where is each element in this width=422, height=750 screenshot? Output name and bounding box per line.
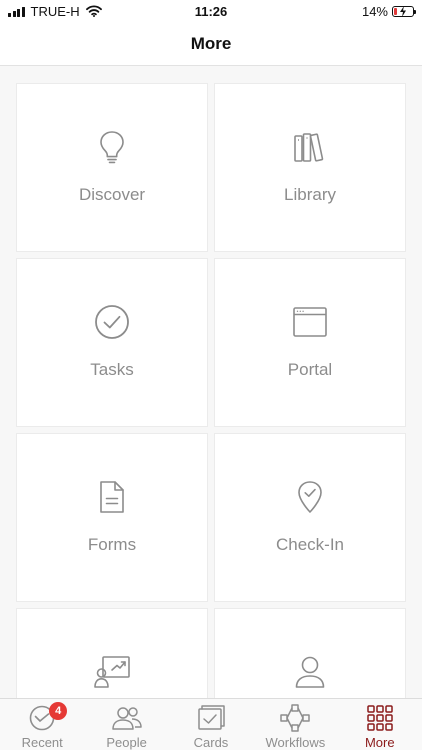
tab-cards[interactable]: Cards — [169, 704, 253, 750]
tile-discover[interactable]: Discover — [16, 83, 208, 252]
lightbulb-icon — [94, 129, 130, 165]
tile-portal[interactable]: Portal — [214, 258, 406, 427]
page-title: More — [190, 33, 232, 53]
browser-window-icon — [292, 304, 328, 340]
tab-label: Workflows — [265, 735, 326, 750]
nav-header: More — [0, 22, 422, 66]
signal-icon — [8, 6, 25, 17]
people-icon — [111, 704, 142, 732]
tile-presentation[interactable] — [16, 608, 208, 698]
tile-label: Portal — [287, 359, 333, 379]
notification-badge: 4 — [49, 702, 68, 720]
cards-icon — [196, 704, 226, 732]
tab-workflows[interactable]: Workflows — [253, 704, 337, 750]
tile-library[interactable]: Library — [214, 83, 406, 252]
tile-profile[interactable] — [214, 608, 406, 698]
tile-forms[interactable]: Forms — [16, 433, 208, 602]
tab-more[interactable]: More — [338, 704, 422, 750]
tile-label: Check-In — [275, 534, 345, 554]
tile-check-in[interactable]: Check-In — [214, 433, 406, 602]
tiles-container: Discover Library Tasks Portal Forms Chec… — [16, 83, 406, 698]
user-icon — [292, 654, 328, 690]
more-grid: Discover Library Tasks Portal Forms Chec… — [0, 66, 422, 698]
grid-icon — [365, 704, 395, 732]
document-icon — [94, 479, 130, 515]
wifi-icon — [85, 5, 102, 17]
workflow-icon — [280, 704, 311, 732]
tile-label: Discover — [78, 184, 146, 204]
tab-label: More — [364, 735, 395, 750]
location-check-icon — [292, 479, 328, 515]
books-icon — [292, 129, 328, 165]
tab-label: Recent — [21, 735, 63, 750]
battery-icon — [392, 5, 416, 17]
battery-percent: 14% — [361, 3, 388, 19]
check-circle-icon — [94, 304, 130, 340]
carrier-name: TRUE-H — [30, 3, 80, 19]
status-bar: TRUE-H 11:26 14% — [0, 0, 422, 22]
tab-people[interactable]: People — [85, 704, 169, 750]
tile-label: Tasks — [90, 359, 134, 379]
tab-recent[interactable]: 4 Recent — [0, 702, 84, 750]
presentation-icon — [94, 654, 130, 690]
tile-label: Forms — [87, 534, 137, 554]
status-right: 14% — [361, 3, 416, 19]
tile-label: Library — [284, 184, 336, 204]
tab-bar: 4 Recent People Cards Workflows More — [0, 698, 422, 750]
tile-tasks[interactable]: Tasks — [16, 258, 208, 427]
tab-label: People — [106, 735, 147, 750]
clock-icon: 4 — [27, 702, 68, 732]
status-left: TRUE-H — [8, 4, 102, 19]
tab-label: Cards — [193, 735, 229, 750]
charging-bolt-icon — [400, 5, 406, 17]
battery-level — [394, 7, 397, 15]
